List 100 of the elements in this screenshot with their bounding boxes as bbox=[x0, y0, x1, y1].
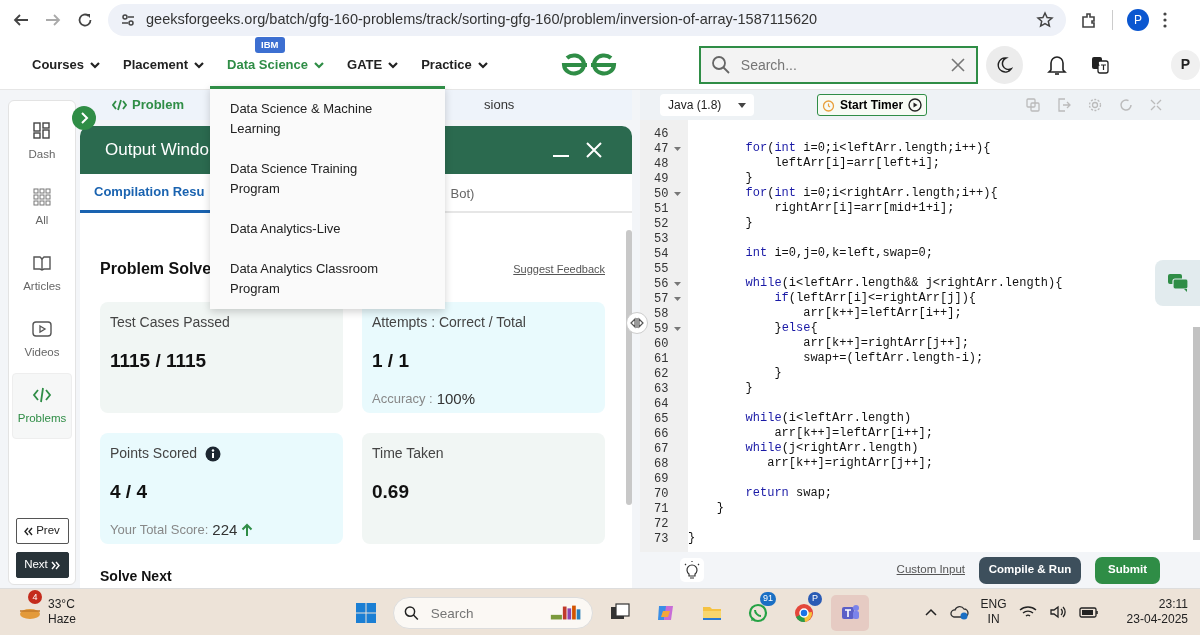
line-number: 72 bbox=[654, 515, 670, 533]
translate-icon[interactable] bbox=[1090, 56, 1109, 75]
code-line: while(i<leftArr.length&& j<rightArr.length){ bbox=[744, 276, 1063, 291]
theme-toggle[interactable] bbox=[985, 45, 1023, 84]
stat-value: 0.69 bbox=[372, 480, 410, 504]
cloud-icon[interactable] bbox=[948, 604, 969, 620]
clock-date[interactable]: 23-04-2025 bbox=[1126, 612, 1188, 627]
star-icon[interactable] bbox=[1036, 11, 1054, 29]
compile-run-button[interactable]: Compile & Run bbox=[979, 556, 1081, 584]
chevron-right-icon bbox=[79, 112, 89, 124]
sidebar-item[interactable]: Articles bbox=[12, 241, 72, 307]
language-select[interactable]: Java (1.8) bbox=[660, 94, 754, 116]
sidebar-item[interactable]: Videos bbox=[12, 307, 72, 373]
line-number: 62 bbox=[654, 365, 670, 383]
browser-icon bbox=[793, 602, 815, 624]
code-line: } bbox=[688, 531, 696, 546]
line-number: 64 bbox=[654, 395, 670, 413]
chevron-up-icon[interactable] bbox=[924, 608, 937, 616]
output-tab[interactable]: Bot) bbox=[436, 174, 489, 213]
nav-menu-item[interactable]: Placement bbox=[123, 54, 206, 75]
reload-icon[interactable] bbox=[76, 11, 94, 29]
code-line: arr[k++]=leftArr[i++]; bbox=[773, 426, 933, 441]
line-number: 73 bbox=[654, 530, 670, 548]
site-settings-icon[interactable] bbox=[120, 12, 136, 28]
user-avatar[interactable]: P bbox=[1170, 49, 1200, 80]
stat-label: Attempts : Correct / Total bbox=[372, 313, 526, 332]
line-number: 66 bbox=[654, 425, 670, 443]
hint-button[interactable] bbox=[680, 558, 704, 582]
line-number: 46 bbox=[654, 125, 670, 143]
volume-icon[interactable] bbox=[1048, 605, 1067, 619]
bell-icon[interactable] bbox=[1046, 53, 1067, 76]
nav-menu-item[interactable]: Practice bbox=[421, 54, 489, 75]
scrollbar[interactable] bbox=[1193, 327, 1200, 540]
panel-tab[interactable]: Problem bbox=[112, 95, 184, 115]
taskbar-search-field[interactable]: Search bbox=[393, 597, 593, 629]
search-input[interactable]: Search... bbox=[738, 47, 942, 82]
battery-icon[interactable] bbox=[1078, 605, 1099, 619]
code-line: } bbox=[744, 171, 753, 186]
code-line: while(j<rightArr.length) bbox=[744, 441, 919, 456]
sidebar-item[interactable]: Dash bbox=[12, 109, 72, 175]
stat-sub-value: 224 bbox=[212, 519, 238, 540]
submit-button[interactable]: Submit bbox=[1095, 556, 1160, 584]
chat-button[interactable] bbox=[1155, 260, 1200, 306]
sidebar-item[interactable]: All bbox=[12, 175, 72, 241]
caret-icon bbox=[738, 102, 746, 108]
stat-sub-label: Your Total Score: bbox=[110, 521, 209, 539]
line-number: 51 bbox=[654, 200, 670, 218]
line-number: 69 bbox=[654, 470, 670, 488]
temperature: 33°C bbox=[48, 597, 76, 612]
fold-icon[interactable] bbox=[674, 146, 681, 151]
output-tab[interactable]: Compilation Resu bbox=[80, 174, 219, 213]
panel-tab[interactable]: sions bbox=[484, 95, 515, 115]
start-icon[interactable] bbox=[355, 602, 377, 624]
dropdown-item[interactable]: Data Science & Machine Learning bbox=[210, 89, 405, 149]
feedback-link[interactable]: Suggest Feedback bbox=[513, 260, 605, 278]
search-input[interactable]: Search bbox=[428, 599, 539, 627]
stat-value: 1115 / 1115 bbox=[110, 349, 208, 373]
fold-icon[interactable] bbox=[674, 296, 681, 301]
code-line: if(leftArr[i]<=rightArr[j]){ bbox=[773, 291, 977, 306]
profile-avatar[interactable]: P bbox=[1127, 9, 1149, 31]
prev-button[interactable]: Prev bbox=[15, 518, 69, 544]
nav-menu-item[interactable]: GATE bbox=[347, 54, 400, 75]
next-button[interactable]: Next bbox=[15, 552, 69, 578]
taskbar-app[interactable]: P bbox=[785, 595, 823, 631]
code-line: swap+=(leftArr.length-i); bbox=[802, 351, 984, 366]
code-line: } bbox=[715, 501, 724, 516]
extensions-icon[interactable] bbox=[1080, 11, 1098, 29]
line-number: 49 bbox=[654, 170, 670, 188]
close-icon[interactable] bbox=[586, 142, 602, 158]
fold-icon[interactable] bbox=[674, 281, 681, 286]
scrollbar[interactable] bbox=[626, 230, 632, 505]
line-number: 61 bbox=[654, 350, 670, 368]
custom-input-link[interactable]: Custom Input bbox=[896, 561, 965, 579]
double-chevron-right-icon bbox=[50, 560, 60, 570]
code-line: for(int i=0;i<rightArr.length;i++){ bbox=[744, 186, 998, 201]
line-number: 57 bbox=[654, 290, 670, 308]
fold-icon[interactable] bbox=[674, 191, 681, 196]
fold-icon[interactable] bbox=[674, 326, 681, 331]
line-number: 60 bbox=[654, 335, 670, 353]
line-number: 56 bbox=[654, 275, 670, 293]
line-number: 71 bbox=[654, 500, 670, 518]
app-badge: P bbox=[808, 592, 822, 606]
clock-time[interactable]: 23:11 bbox=[1126, 597, 1188, 612]
clear-icon[interactable] bbox=[949, 56, 966, 73]
search-field[interactable]: Search... bbox=[698, 45, 978, 84]
nav-menu-item[interactable]: Courses bbox=[32, 54, 102, 75]
code-line: arr[k++]=rightArr[j++]; bbox=[766, 456, 933, 471]
taskbar-app[interactable]: 91 bbox=[739, 595, 777, 631]
code-icon bbox=[112, 99, 127, 111]
input-region[interactable]: IN bbox=[980, 612, 1007, 627]
dropdown-item[interactable]: Data Analytics Classroom Program bbox=[210, 249, 405, 309]
more-menu-icon[interactable] bbox=[1163, 12, 1167, 28]
stat-value: 4 / 4 bbox=[110, 480, 148, 504]
address-bar[interactable]: geeksforgeeks.org/batch/gfg-160-problems/track/sorting-gfg-160/problem/inversion-of-array-1587115620 bbox=[108, 4, 1066, 36]
input-language[interactable]: ENG bbox=[980, 597, 1007, 612]
search-icon bbox=[710, 54, 731, 75]
sidebar-item[interactable]: Problems bbox=[12, 373, 72, 439]
code-line: for(int i=0;i<leftArr.length;i++){ bbox=[744, 141, 991, 156]
start-timer-button[interactable]: Start Timer bbox=[817, 94, 928, 116]
wifi-icon[interactable] bbox=[1018, 605, 1037, 619]
